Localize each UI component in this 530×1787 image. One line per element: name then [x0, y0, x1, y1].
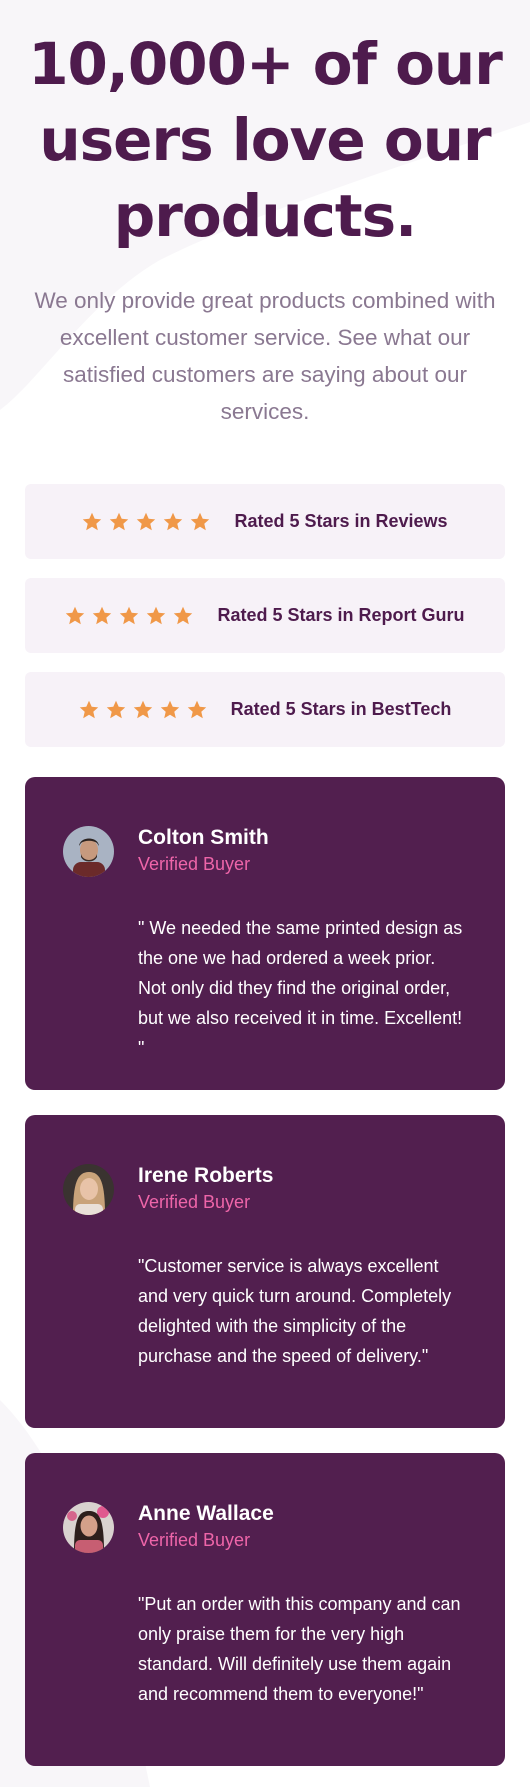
testimonial-card: Irene Roberts Verified Buyer "Customer s…	[25, 1115, 505, 1428]
star-icon	[120, 606, 139, 624]
rating-label: Rated 5 Stars in Reviews	[234, 511, 448, 531]
star-icon	[66, 606, 85, 624]
avatar	[63, 1163, 114, 1215]
testimonial-quote: " We needed the same printed design as t…	[138, 918, 463, 1058]
ratings-list: Rated 5 Stars in Reviews Rated 5 Stars i…	[25, 484, 505, 747]
star-rating	[82, 512, 210, 532]
rating-label: Rated 5 Stars in BestTech	[230, 699, 452, 719]
testimonials-list: Colton Smith Verified Buyer " We needed …	[25, 777, 505, 1766]
star-rating	[79, 700, 207, 720]
verified-buyer-label: Verified Buyer	[138, 1192, 251, 1212]
hero-description: We only provide great products combined …	[34, 288, 496, 424]
avatar	[63, 1501, 114, 1553]
rating-label: Rated 5 Stars in Report Guru	[217, 605, 465, 625]
testimonial-quote: "Put an order with this company and can …	[138, 1594, 461, 1704]
star-rating	[65, 606, 193, 626]
star-icon	[191, 512, 210, 530]
person-name: Anne Wallace	[138, 1502, 274, 1525]
verified-buyer-label: Verified Buyer	[138, 854, 251, 874]
star-icon	[83, 512, 102, 530]
person-info: Anne Wallace Verified Buyer	[138, 1501, 274, 1553]
title-line: products.	[113, 182, 417, 250]
star-icon	[174, 606, 193, 624]
star-icon	[110, 512, 129, 530]
avatar	[63, 825, 114, 877]
rating-item: Rated 5 Stars in BestTech	[25, 672, 505, 747]
testimonial-header: Anne Wallace Verified Buyer	[63, 1501, 467, 1553]
testimonial-header: Irene Roberts Verified Buyer	[63, 1163, 467, 1215]
verified-buyer-label: Verified Buyer	[138, 1530, 251, 1550]
testimonial-quote: "Customer service is always excellent an…	[138, 1256, 452, 1366]
star-icon	[106, 700, 125, 718]
person-name: Colton Smith	[138, 826, 269, 849]
star-icon	[147, 606, 166, 624]
star-icon	[160, 700, 179, 718]
title-line: users love our	[39, 106, 491, 174]
star-icon	[93, 606, 112, 624]
person-info: Colton Smith Verified Buyer	[138, 825, 269, 877]
testimonial-card: Anne Wallace Verified Buyer "Put an orde…	[25, 1453, 505, 1766]
title-line: 10,000+ of our	[28, 30, 503, 98]
rating-item: Rated 5 Stars in Reviews	[25, 484, 505, 559]
person-name: Irene Roberts	[138, 1164, 274, 1187]
person-info: Irene Roberts Verified Buyer	[138, 1163, 273, 1215]
rating-item: Rated 5 Stars in Report Guru	[25, 578, 505, 653]
star-icon	[79, 700, 98, 718]
star-icon	[164, 512, 183, 530]
star-icon	[137, 512, 156, 530]
testimonial-card: Colton Smith Verified Buyer " We needed …	[25, 777, 505, 1090]
page-title: 10,000+ of our users love our products.	[25, 0, 505, 254]
testimonial-header: Colton Smith Verified Buyer	[63, 825, 467, 877]
page-content: 10,000+ of our users love our products. …	[0, 0, 530, 1766]
star-icon	[133, 700, 152, 718]
star-icon	[187, 700, 206, 718]
